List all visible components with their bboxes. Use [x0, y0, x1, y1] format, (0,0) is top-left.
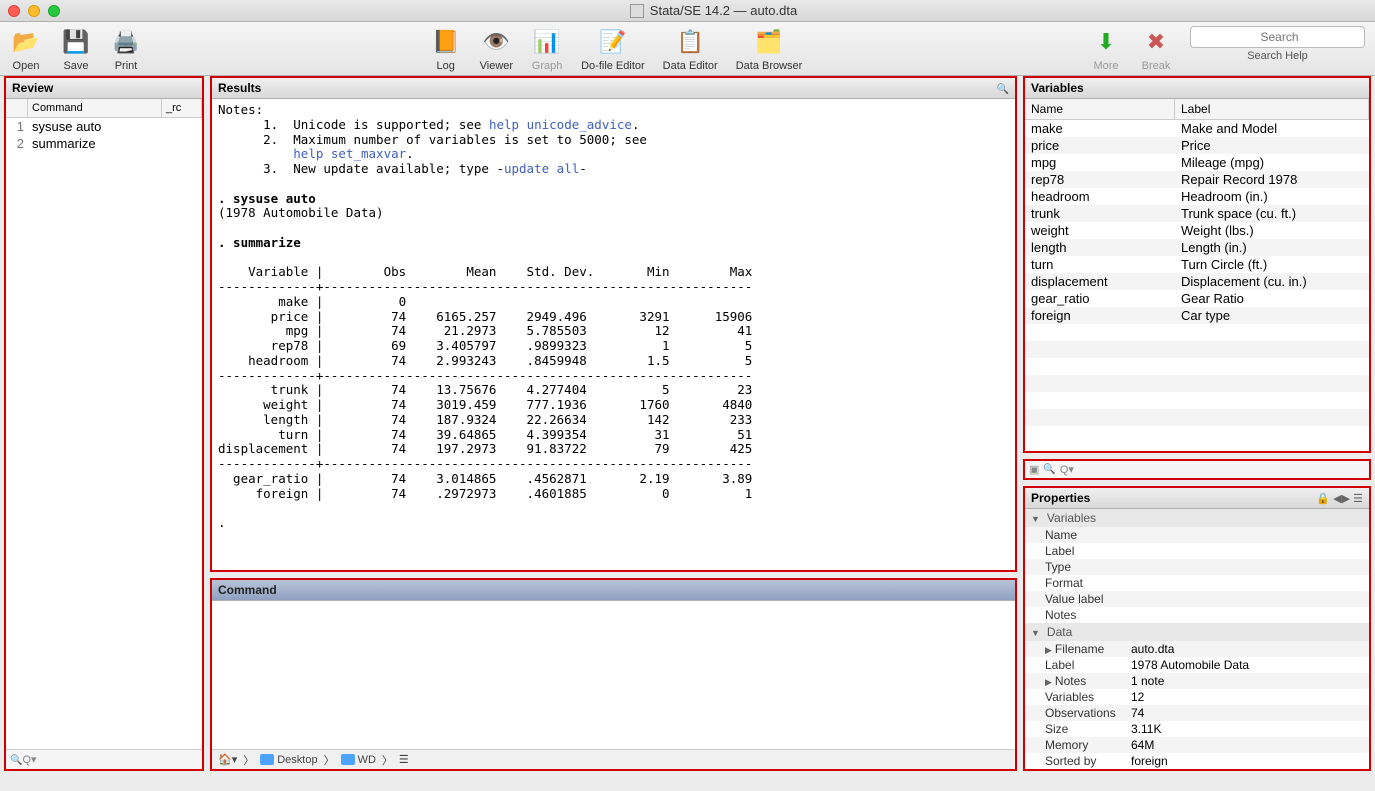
data-editor-button[interactable]: 📋Data Editor: [663, 26, 718, 72]
help-search-input[interactable]: [1190, 26, 1365, 48]
dofile-editor-button[interactable]: 📝Do-file Editor: [581, 26, 645, 72]
variable-row[interactable]: mpgMileage (mpg): [1025, 154, 1369, 171]
variable-row[interactable]: makeMake and Model: [1025, 120, 1369, 137]
review-filter-input[interactable]: Q▾: [6, 749, 202, 769]
variable-row[interactable]: gear_ratioGear Ratio: [1025, 290, 1369, 307]
breadcrumb-bar: 🏠▾ 〉 Desktop 〉 WD 〉 ☰: [212, 749, 1015, 769]
print-button[interactable]: 🖨️Print: [110, 26, 142, 72]
variables-title: Variables: [1025, 78, 1369, 99]
property-row: Sorted byforeign: [1025, 753, 1369, 769]
help-link[interactable]: update all: [504, 161, 579, 176]
variable-row[interactable]: trunkTrunk space (cu. ft.): [1025, 205, 1369, 222]
variable-row[interactable]: pricePrice: [1025, 137, 1369, 154]
prop-section-variables[interactable]: Variables: [1025, 509, 1369, 527]
results-output[interactable]: Notes: 1. Unicode is supported; see help…: [212, 99, 1015, 570]
save-button[interactable]: 💾Save: [60, 26, 92, 72]
variables-header: Name Label: [1025, 99, 1369, 120]
close-window-button[interactable]: [8, 5, 20, 17]
minimize-window-button[interactable]: [28, 5, 40, 17]
properties-title: Properties 🔒 ◀▶ ☰: [1025, 488, 1369, 509]
variable-row[interactable]: turnTurn Circle (ft.): [1025, 256, 1369, 273]
variable-row[interactable]: weightWeight (lbs.): [1025, 222, 1369, 239]
review-title: Review: [6, 78, 202, 99]
results-search-icon[interactable]: [997, 81, 1009, 95]
zoom-window-button[interactable]: [48, 5, 60, 17]
folder-icon: [341, 754, 355, 765]
variables-panel: Variables Name Label makeMake and Modelp…: [1023, 76, 1371, 453]
properties-panel: Properties 🔒 ◀▶ ☰ Variables NameLabelTyp…: [1023, 486, 1371, 771]
review-item[interactable]: 2summarize: [6, 135, 202, 152]
variable-row[interactable]: displacementDisplacement (cu. in.): [1025, 273, 1369, 290]
breadcrumb-desktop[interactable]: Desktop: [260, 754, 317, 766]
toolbar: 📂Open 💾Save 🖨️Print 📙Log 👁️Viewer 📊Graph…: [0, 22, 1375, 76]
property-row: Type: [1025, 559, 1369, 575]
search-icon: [1043, 463, 1055, 475]
property-row: Notes: [1025, 607, 1369, 623]
menu-icon[interactable]: ☰: [1353, 493, 1363, 505]
prev-icon[interactable]: ◀: [1333, 493, 1341, 505]
search-help-label: Search Help: [1247, 50, 1308, 62]
property-row: Variables12: [1025, 689, 1369, 705]
variable-row[interactable]: headroomHeadroom (in.): [1025, 188, 1369, 205]
help-link[interactable]: help unicode_advice: [489, 117, 632, 132]
next-icon[interactable]: ▶: [1342, 493, 1350, 505]
folder-icon: [260, 754, 274, 765]
command-input[interactable]: [212, 601, 1015, 749]
break-button: ✖Break: [1140, 26, 1172, 72]
property-row: Label: [1025, 543, 1369, 559]
graph-button: 📊Graph: [531, 26, 563, 72]
breadcrumb-wd[interactable]: WD: [341, 754, 376, 766]
property-row: Size3.11K: [1025, 721, 1369, 737]
review-header: Command _rc: [6, 99, 202, 118]
review-panel: Review Command _rc 1sysuse auto2summariz…: [4, 76, 204, 771]
variable-row[interactable]: lengthLength (in.): [1025, 239, 1369, 256]
log-button[interactable]: 📙Log: [430, 26, 462, 72]
results-title: Results: [212, 78, 1015, 99]
command-title: Command: [212, 580, 1015, 601]
property-row: Value label: [1025, 591, 1369, 607]
home-icon[interactable]: 🏠▾: [218, 753, 237, 766]
open-button[interactable]: 📂Open: [10, 26, 42, 72]
list-icon[interactable]: ☰: [399, 753, 409, 766]
results-panel: Results Notes: 1. Unicode is supported; …: [210, 76, 1017, 572]
property-row: Label1978 Automobile Data: [1025, 657, 1369, 673]
filter-toggle-icon[interactable]: ▣: [1029, 463, 1039, 476]
more-button: ⬇More: [1090, 26, 1122, 72]
command-panel: Command 🏠▾ 〉 Desktop 〉 WD 〉 ☰: [210, 578, 1017, 771]
titlebar: Stata/SE 14.2 — auto.dta: [0, 0, 1375, 22]
property-row: Notes1 note: [1025, 673, 1369, 689]
document-icon: [630, 4, 644, 18]
property-row: Name: [1025, 527, 1369, 543]
review-item[interactable]: 1sysuse auto: [6, 118, 202, 135]
window-title: Stata/SE 14.2 — auto.dta: [650, 3, 797, 18]
property-row: Filenameauto.dta: [1025, 641, 1369, 657]
variables-filter-input[interactable]: ▣ Q▾: [1023, 459, 1371, 480]
property-row: Format: [1025, 575, 1369, 591]
variable-row[interactable]: foreignCar type: [1025, 307, 1369, 324]
variable-row[interactable]: rep78Repair Record 1978: [1025, 171, 1369, 188]
data-browser-button[interactable]: 🗂️Data Browser: [736, 26, 803, 72]
viewer-button[interactable]: 👁️Viewer: [480, 26, 513, 72]
help-link[interactable]: help set_maxvar: [293, 146, 406, 161]
search-icon: [10, 754, 22, 766]
property-row: Memory64M: [1025, 737, 1369, 753]
property-row: Observations74: [1025, 705, 1369, 721]
lock-icon[interactable]: 🔒: [1316, 493, 1330, 505]
prop-section-data[interactable]: Data: [1025, 623, 1369, 641]
